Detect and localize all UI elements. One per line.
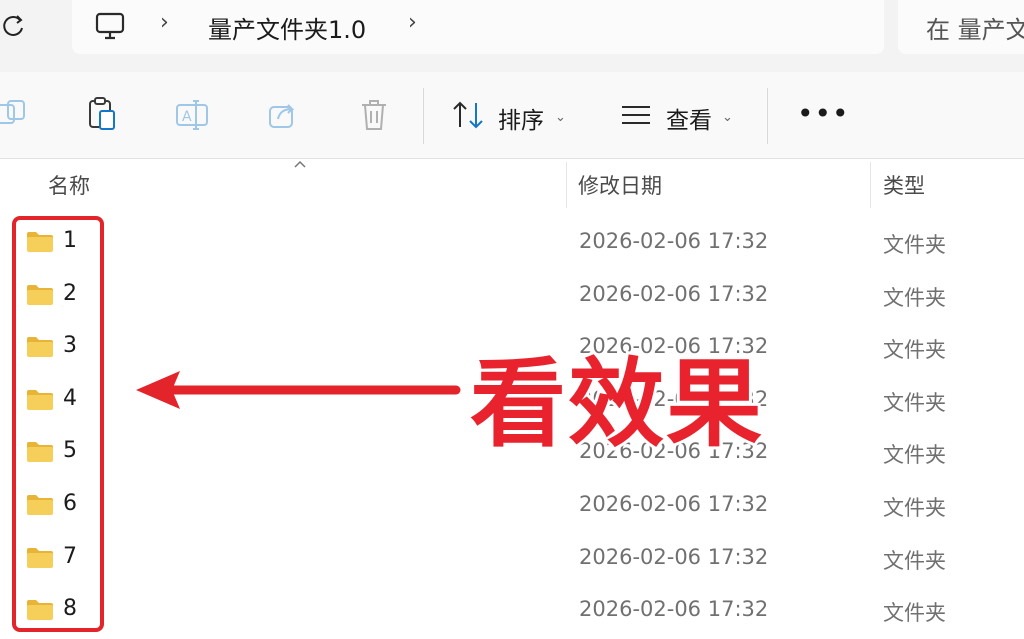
file-type: 文件夹	[883, 286, 946, 310]
arrow-left-icon	[126, 360, 464, 420]
chevron-down-icon[interactable]: ⌄	[555, 110, 566, 125]
more-options-button[interactable]: •••	[797, 97, 850, 130]
share-icon[interactable]	[266, 95, 304, 135]
sort-icon[interactable]	[450, 95, 488, 135]
modified-date: 2026-02-06 17:32	[579, 597, 769, 621]
toolbar-divider	[767, 88, 768, 144]
file-type: 文件夹	[883, 601, 946, 625]
search-input[interactable]: 在 量产文	[926, 10, 1024, 45]
column-header-name[interactable]: 名称	[48, 170, 90, 200]
sort-button[interactable]: 排序	[498, 101, 544, 135]
list-item[interactable]: 2 2026-02-06 17:32 文件夹	[0, 269, 1024, 321]
file-type: 文件夹	[883, 391, 946, 415]
chevron-down-icon[interactable]: ⌄	[722, 110, 733, 125]
monitor-icon[interactable]	[94, 10, 126, 42]
column-separator[interactable]	[566, 162, 567, 208]
annotation-caption: 看效果	[467, 345, 765, 463]
address-bar[interactable]	[72, 0, 884, 54]
paste-icon[interactable]	[86, 95, 124, 135]
chevron-right-icon[interactable]: ›	[160, 10, 169, 35]
sort-ascending-icon	[293, 154, 307, 168]
delete-icon[interactable]	[356, 95, 394, 135]
file-type: 文件夹	[883, 338, 946, 362]
copy-icon[interactable]	[0, 95, 38, 135]
refresh-icon[interactable]	[0, 8, 30, 44]
column-separator[interactable]	[870, 162, 871, 208]
toolbar-divider	[423, 88, 424, 144]
chevron-right-icon[interactable]: ›	[408, 10, 417, 35]
rename-icon[interactable]: A	[174, 95, 212, 135]
column-header-type[interactable]: 类型	[883, 170, 925, 200]
modified-date: 2026-02-06 17:32	[579, 282, 769, 306]
list-item[interactable]: 7 2026-02-06 17:32 文件夹	[0, 532, 1024, 584]
file-type: 文件夹	[883, 549, 946, 573]
breadcrumb-current-folder[interactable]: 量产文件夹1.0	[208, 10, 366, 45]
column-header-date[interactable]: 修改日期	[578, 170, 662, 200]
modified-date: 2026-02-06 17:32	[579, 229, 769, 253]
highlight-box	[12, 216, 104, 632]
list-item[interactable]: 8 2026-02-06 17:32 文件夹	[0, 584, 1024, 636]
file-type: 文件夹	[883, 443, 946, 467]
view-button[interactable]: 查看	[666, 101, 712, 135]
modified-date: 2026-02-06 17:32	[579, 492, 769, 516]
list-item[interactable]: 1 2026-02-06 17:32 文件夹	[0, 216, 1024, 268]
view-icon[interactable]	[618, 95, 656, 135]
list-item[interactable]: 6 2026-02-06 17:32 文件夹	[0, 479, 1024, 531]
modified-date: 2026-02-06 17:32	[579, 545, 769, 569]
file-type: 文件夹	[883, 496, 946, 520]
file-type: 文件夹	[883, 233, 946, 257]
svg-text:A: A	[182, 109, 192, 125]
